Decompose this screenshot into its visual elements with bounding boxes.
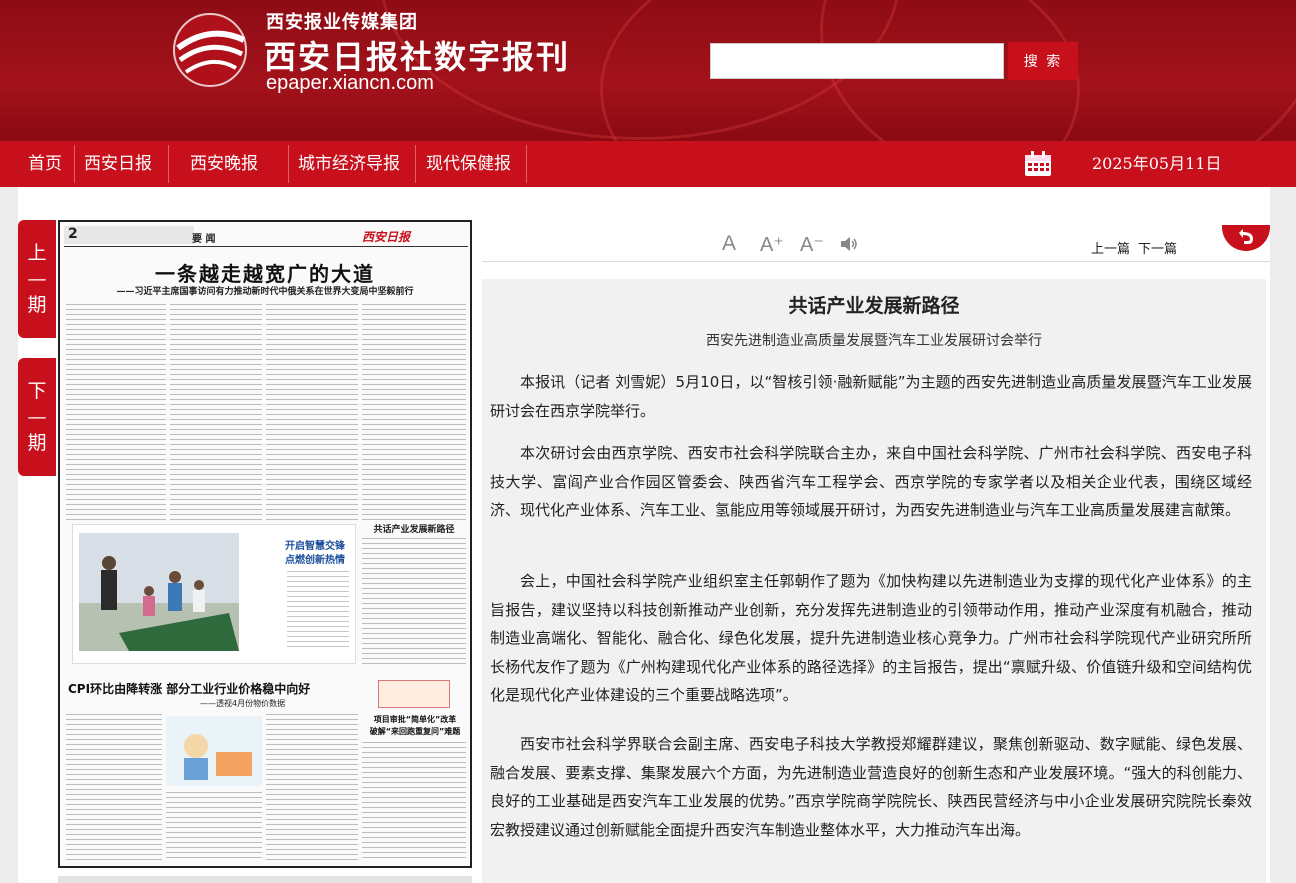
text-column: [170, 304, 262, 522]
search-input[interactable]: [710, 43, 1004, 79]
thumb-subhead: ——习近平主席国事访问有力推动新时代中俄关系在世界大变局中坚毅前行: [116, 287, 414, 297]
section-label: 要 闻: [192, 234, 216, 245]
search-button[interactable]: 搜 索: [1008, 42, 1078, 80]
site-domain: epaper.xiancn.com: [266, 72, 434, 94]
calendar-icon[interactable]: [1024, 151, 1052, 177]
photo-caption-1: 开启智慧交锋: [285, 541, 345, 552]
cpi-subhead: ——透视4月份物价数据: [200, 699, 286, 708]
text-column: [362, 742, 466, 862]
nav-modern-health[interactable]: 现代保健报: [426, 141, 511, 187]
article-panel: 共话产业发展新路径 西安先进制造业高质量发展暨汽车工业发展研讨会举行 本报讯（记…: [482, 279, 1266, 883]
side-subhead: 破解“来回跑重复问”难题: [369, 727, 461, 736]
nav-divider: [168, 145, 169, 183]
newspaper-page-thumbnail[interactable]: 2 要 闻 西安日报 一条越走越宽广的大道 ——习近平主席国事访问有力推动新时代…: [58, 220, 472, 868]
text-column: [362, 304, 466, 522]
caption-text: [287, 571, 349, 651]
font-reset-button[interactable]: A: [722, 232, 736, 256]
photo-caption-2: 点燃创新热情: [285, 555, 345, 566]
nav-divider: [415, 145, 416, 183]
next-issue-divider: —: [27, 406, 47, 428]
photo-frame: 开启智慧交锋 点燃创新热情: [72, 524, 356, 664]
logo-icon: [173, 13, 247, 87]
news-photo: [79, 533, 239, 651]
cpi-headline: CPI环比由降转涨 部分工业行业价格稳中向好: [68, 682, 311, 696]
nav-xian-daily[interactable]: 西安日报: [84, 141, 152, 187]
article-paragraph: 本报讯（记者 刘雪妮）5月10日，以“智核引领·融新赋能”为主题的西安先进制造业…: [490, 373, 1252, 420]
current-date: 2025年05月11日: [1092, 154, 1222, 173]
article-paragraph: 会上，中国社会科学院产业组织室主任郭朝作了题为《加快构建以先进制造业为支撑的现代…: [490, 572, 1252, 704]
header-rule: [64, 246, 468, 247]
page-number: 2: [68, 226, 78, 242]
group-name: 西安报业传媒集团: [266, 12, 418, 33]
nav-xian-evening[interactable]: 西安晚报: [190, 141, 258, 187]
text-column: [362, 538, 466, 666]
text-column: [166, 792, 262, 862]
text-column: [66, 714, 162, 862]
nav-divider: [526, 145, 527, 183]
next-article-link[interactable]: 下一篇: [1138, 238, 1177, 257]
font-decrease-button[interactable]: A⁻: [800, 232, 824, 257]
prev-issue-divider: —: [27, 268, 47, 290]
nav-city-economy[interactable]: 城市经济导报: [298, 141, 400, 187]
prev-issue-button[interactable]: 上 — 期: [18, 220, 56, 338]
next-issue-button[interactable]: 下 — 期: [18, 358, 56, 476]
page-info-bar: [64, 226, 194, 244]
cartoon-illustration: [166, 716, 262, 786]
nav-divider: [74, 145, 75, 183]
font-increase-button[interactable]: A⁺: [760, 232, 784, 257]
prev-issue-char: 上: [27, 242, 47, 264]
article-title: 共话产业发展新路径: [788, 295, 960, 317]
masthead: 西安日报: [362, 230, 411, 244]
prev-article-link[interactable]: 上一篇: [1091, 238, 1130, 257]
article-paragraph: 本次研讨会由西京学院、西安市社会科学院联合主办，来自中国社会科学院、广州市社会科…: [490, 444, 1252, 519]
back-button[interactable]: [1222, 225, 1270, 251]
thumbnail-footer: [58, 876, 472, 883]
text-column: [266, 304, 358, 522]
nav-home[interactable]: 首页: [28, 141, 62, 187]
speaker-icon[interactable]: [839, 235, 859, 253]
text-column: [66, 304, 166, 522]
nav-divider: [288, 145, 289, 183]
site-header: 西安报业传媒集团 西安日报社数字报刊 epaper.xiancn.com 搜 索: [0, 0, 1296, 141]
article-paragraph: 西安市社会科学界联合会副主席、西安电子科技大学教授郑耀群建议，聚焦创新驱动、数字…: [490, 735, 1252, 839]
return-icon: [1239, 229, 1253, 244]
next-issue-char: 期: [27, 432, 47, 454]
article-subtitle: 西安先进制造业高质量发展暨汽车工业发展研讨会举行: [706, 333, 1042, 349]
text-column: [266, 714, 358, 862]
side-headline: 项目审批“简单化”改革: [373, 715, 457, 724]
side-badge: [378, 680, 450, 708]
thumb-headline: 一条越走越宽广的大道: [155, 262, 375, 286]
prev-issue-char: 期: [27, 294, 47, 316]
thumb-article-title: 共话产业发展新路径: [373, 525, 455, 535]
next-issue-char: 下: [27, 380, 47, 402]
